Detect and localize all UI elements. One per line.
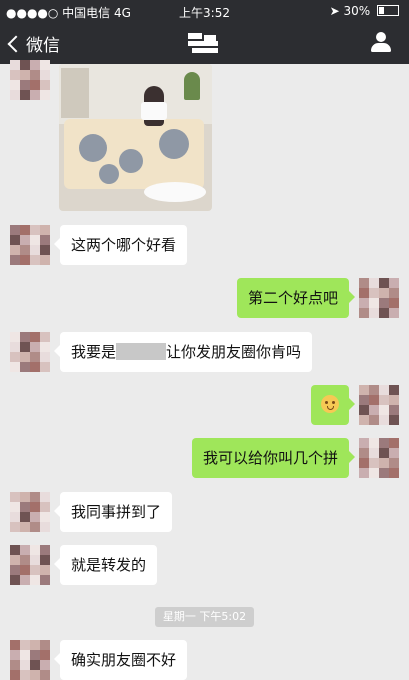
status-right: ➤ 30% [330, 4, 399, 18]
redacted-text [116, 343, 167, 360]
contact-avatar[interactable] [10, 545, 50, 585]
contact-avatar[interactable] [10, 225, 50, 265]
status-bar: ●●●●○ 中国电信 4G 上午3:52 ➤ 30% [0, 0, 409, 22]
message-text-after: 让你发朋友圈你肯吗 [166, 343, 302, 361]
chat-header: 微信 [0, 22, 409, 64]
message-bubble-incoming: 我要是 让你发朋友圈你肯吗 [53, 332, 313, 372]
self-avatar[interactable] [359, 438, 399, 478]
contact-name-redacted [188, 33, 222, 53]
back-button[interactable]: 微信 [7, 31, 60, 56]
flushed-face-icon [321, 395, 339, 413]
message-bubble-emoji [311, 385, 355, 425]
back-label: 微信 [26, 36, 60, 56]
message-bubble-outgoing: 我可以给你叫几个拼 [191, 438, 356, 478]
battery-icon [377, 5, 399, 16]
message-bubble-outgoing: 第二个好点吧 [236, 278, 356, 318]
self-avatar[interactable] [359, 385, 399, 425]
location-icon: ➤ [329, 4, 340, 18]
message-bubble-incoming: 这两个哪个好看 [53, 225, 188, 265]
self-avatar[interactable] [359, 278, 399, 318]
contact-avatar[interactable] [10, 332, 50, 372]
message-bubble-incoming: 我同事拼到了 [53, 492, 173, 532]
contact-avatar[interactable] [10, 492, 50, 532]
user-icon[interactable] [371, 32, 391, 54]
chat-timestamp: 星期一 下午5:02 [155, 607, 254, 627]
contact-avatar[interactable] [10, 640, 50, 680]
message-bubble-incoming: 就是转发的 [53, 545, 158, 585]
battery-percent: 30% [343, 4, 371, 18]
message-bubble-incoming: 确实朋友圈不好 [53, 640, 188, 680]
contact-avatar[interactable] [10, 60, 50, 100]
chevron-left-icon [7, 35, 25, 53]
chat-image-bedding[interactable] [59, 64, 212, 211]
message-text-before: 我要是 [71, 343, 117, 361]
battery-fill [379, 7, 385, 14]
